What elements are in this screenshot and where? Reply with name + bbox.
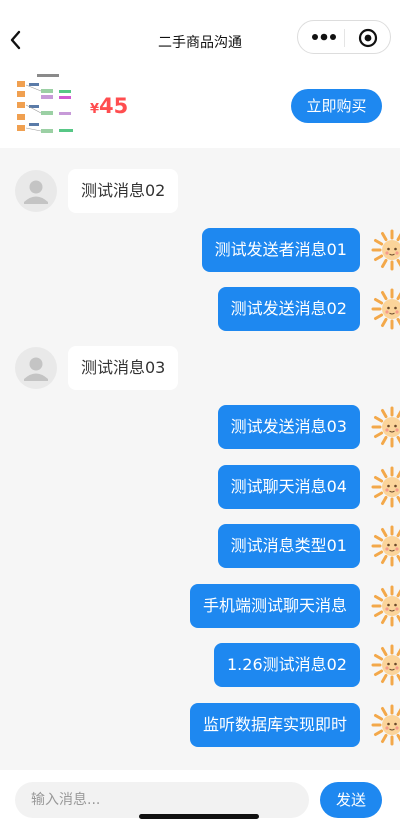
sent-message-bubble[interactable]: 手机端测试聊天消息 bbox=[189, 584, 360, 628]
currency-symbol: ¥ bbox=[90, 102, 100, 117]
sent-message-bubble[interactable]: 监听数据库实现即时 bbox=[189, 703, 360, 747]
sun-face-icon bbox=[371, 644, 400, 686]
user-avatar-placeholder[interactable] bbox=[15, 347, 57, 389]
sun-face-icon bbox=[371, 704, 400, 746]
sent-message-bubble[interactable]: 测试聊天消息04 bbox=[217, 465, 360, 509]
received-message-bubble[interactable]: 测试消息02 bbox=[68, 169, 179, 213]
user-avatar-placeholder[interactable] bbox=[15, 170, 57, 212]
sent-message-row: 1.26测试消息02 bbox=[0, 643, 400, 687]
sent-message-bubble[interactable]: 测试发送消息03 bbox=[217, 405, 360, 449]
sent-message-row: 测试发送消息03 bbox=[0, 405, 400, 449]
capsule-divider bbox=[344, 29, 345, 47]
send-button[interactable]: 发送 bbox=[320, 782, 382, 818]
sent-message-bubble[interactable]: 1.26测试消息02 bbox=[214, 643, 360, 687]
navigation-bar: 二手商品沟通 bbox=[0, 0, 400, 62]
sun-face-icon bbox=[371, 229, 400, 271]
buy-now-button[interactable]: 立即购买 bbox=[291, 89, 382, 123]
my-avatar-sun[interactable] bbox=[370, 465, 400, 509]
sent-message-row: 测试聊天消息04 bbox=[0, 465, 400, 509]
person-icon bbox=[24, 357, 48, 381]
my-avatar-sun[interactable] bbox=[370, 643, 400, 687]
received-message-row: 测试消息03 bbox=[0, 346, 400, 390]
mini-program-capsule bbox=[297, 20, 391, 54]
close-mini-program-icon[interactable] bbox=[358, 28, 378, 48]
more-options-icon[interactable] bbox=[311, 30, 337, 44]
my-avatar-sun[interactable] bbox=[370, 405, 400, 449]
sun-face-icon bbox=[371, 288, 400, 330]
message-input-bar: 发送 bbox=[0, 770, 400, 819]
my-avatar-sun[interactable] bbox=[370, 524, 400, 568]
sent-message-bubble[interactable]: 测试发送者消息01 bbox=[201, 228, 360, 272]
my-avatar-sun[interactable] bbox=[370, 703, 400, 747]
my-avatar-sun[interactable] bbox=[370, 228, 400, 272]
received-message-bubble[interactable]: 测试消息03 bbox=[68, 346, 179, 390]
sent-message-bubble[interactable]: 测试消息类型01 bbox=[217, 524, 360, 568]
sent-message-row: 测试发送消息02 bbox=[0, 287, 400, 331]
sent-message-row: 测试消息类型01 bbox=[0, 524, 400, 568]
price-value: 45 bbox=[99, 94, 129, 118]
home-indicator bbox=[139, 814, 259, 819]
product-thumbnail-image[interactable] bbox=[15, 71, 79, 139]
sun-face-icon bbox=[371, 406, 400, 448]
message-input[interactable] bbox=[15, 782, 309, 818]
my-avatar-sun[interactable] bbox=[370, 584, 400, 628]
received-message-row: 测试消息02 bbox=[0, 169, 400, 213]
sent-message-row: 测试发送者消息01 bbox=[0, 228, 400, 272]
my-avatar-sun[interactable] bbox=[370, 287, 400, 331]
product-price: ¥45 bbox=[90, 94, 128, 118]
product-info-bar: ¥45 立即购买 bbox=[0, 62, 400, 148]
sent-message-bubble[interactable]: 测试发送消息02 bbox=[217, 287, 360, 331]
sent-message-row: 手机端测试聊天消息 bbox=[0, 584, 400, 628]
sun-face-icon bbox=[371, 585, 400, 627]
sun-face-icon bbox=[371, 466, 400, 508]
sent-message-row: 监听数据库实现即时 bbox=[0, 703, 400, 747]
sun-face-icon bbox=[371, 525, 400, 567]
person-icon bbox=[24, 180, 48, 204]
